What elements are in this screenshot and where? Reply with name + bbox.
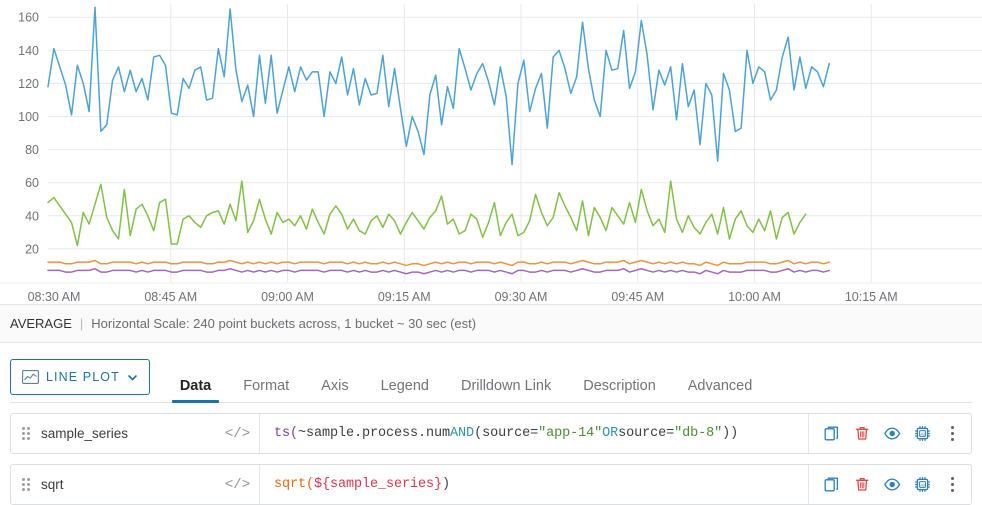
- horizontal-scale-label: Horizontal Scale: 240 point buckets acro…: [91, 316, 477, 332]
- plot-type-label: LINE PLOT: [46, 369, 120, 384]
- svg-text:09:15 AM: 09:15 AM: [378, 290, 431, 304]
- query-name-field[interactable]: sqrt: [41, 465, 216, 504]
- tab-description[interactable]: Description: [567, 378, 672, 404]
- query-name-field[interactable]: sample_series: [41, 414, 216, 453]
- svg-text:08:30 AM: 08:30 AM: [28, 290, 81, 304]
- query-editor-panel: 20 40 60 80 100 120 140 160 08:30 AM 08:45 AM 09:0…: [0, 0, 982, 505]
- clone-query-button[interactable]: [817, 419, 847, 449]
- copy-icon: [824, 425, 841, 442]
- query-token: sqrt(: [274, 477, 315, 492]
- query-token: ts(: [274, 426, 299, 441]
- more-options-button[interactable]: [937, 419, 967, 449]
- trash-icon: [854, 476, 871, 493]
- time-series-chart[interactable]: 20 40 60 80 100 120 140 160 08:30 AM 08:45 AM 09:0…: [0, 0, 982, 305]
- tab-drilldown-link[interactable]: Drilldown Link: [445, 378, 567, 404]
- query-row-actions: AI: [808, 414, 971, 453]
- more-options-button[interactable]: [937, 470, 967, 500]
- svg-text:60: 60: [25, 176, 39, 190]
- svg-text:09:30 AM: 09:30 AM: [495, 290, 548, 304]
- drag-handle-icon[interactable]: [11, 465, 41, 504]
- query-row[interactable]: sqrt </> sqrt(${sample_series}) AI: [10, 464, 972, 505]
- svg-text:10:00 AM: 10:00 AM: [728, 290, 781, 304]
- svg-text:40: 40: [25, 209, 39, 223]
- query-expression-input[interactable]: ts(~sample.process.num AND (source= "app-…: [260, 414, 808, 453]
- drag-handle-icon[interactable]: [11, 414, 41, 453]
- svg-text:08:45 AM: 08:45 AM: [144, 290, 197, 304]
- tab-advanced[interactable]: Advanced: [672, 378, 769, 404]
- query-token: OR: [602, 426, 619, 441]
- status-separator: |: [79, 316, 84, 332]
- tab-format[interactable]: Format: [227, 378, 305, 404]
- svg-text:140: 140: [18, 44, 39, 58]
- copy-icon: [824, 476, 841, 493]
- svg-text:120: 120: [18, 77, 39, 91]
- kebab-menu-icon: [950, 426, 954, 441]
- kebab-menu-icon: [950, 477, 954, 492]
- tab-legend[interactable]: Legend: [365, 378, 445, 404]
- plot-type-dropdown[interactable]: LINE PLOT: [10, 359, 150, 395]
- svg-text:20: 20: [25, 242, 39, 256]
- query-expression-input[interactable]: sqrt(${sample_series}): [260, 465, 808, 504]
- query-token: ${sample_series}: [314, 477, 443, 492]
- tab-data[interactable]: Data: [164, 378, 227, 404]
- ai-chip-icon: AI: [914, 476, 931, 493]
- query-row-list: sample_series </> ts(~sample.process.num A…: [0, 403, 982, 505]
- editor-tab-bar: LINE PLOT Data Format Axis Legend Drilldown …: [0, 343, 982, 403]
- eye-icon: [883, 425, 901, 442]
- toggle-visibility-button[interactable]: [877, 470, 907, 500]
- code-toggle-icon[interactable]: </>: [216, 414, 260, 453]
- query-token: ): [442, 477, 451, 492]
- chart-status-bar: AVERAGE | Horizontal Scale: 240 point bu…: [0, 305, 982, 344]
- delete-query-button[interactable]: [847, 419, 877, 449]
- svg-text:09:00 AM: 09:00 AM: [261, 290, 314, 304]
- svg-text:10:15 AM: 10:15 AM: [845, 290, 898, 304]
- tab-list: Data Format Axis Legend Drilldown Link Descri…: [164, 343, 768, 403]
- chevron-down-icon: [127, 372, 138, 383]
- line-plot-icon: [22, 370, 39, 384]
- svg-text:160: 160: [18, 11, 39, 25]
- ai-assist-button[interactable]: AI: [907, 419, 937, 449]
- query-token: "db-8": [674, 426, 723, 441]
- svg-text:80: 80: [25, 143, 39, 157]
- svg-text:09:45 AM: 09:45 AM: [611, 290, 664, 304]
- toggle-visibility-button[interactable]: [877, 419, 907, 449]
- query-row[interactable]: sample_series </> ts(~sample.process.num A…: [10, 413, 972, 454]
- svg-text:AI: AI: [920, 431, 924, 436]
- code-toggle-icon[interactable]: </>: [216, 465, 260, 504]
- query-token: "app-14": [538, 426, 603, 441]
- tab-axis[interactable]: Axis: [305, 378, 364, 404]
- query-token: )): [722, 426, 739, 441]
- trash-icon: [854, 425, 871, 442]
- query-token: ~sample.process.num: [298, 426, 451, 441]
- clone-query-button[interactable]: [817, 470, 847, 500]
- query-token: source=: [618, 426, 675, 441]
- svg-text:AI: AI: [920, 482, 924, 487]
- ai-assist-button[interactable]: AI: [907, 470, 937, 500]
- aggregation-label: AVERAGE: [10, 316, 72, 332]
- chart-canvas[interactable]: 20 40 60 80 100 120 140 160 08:30 AM 08:45 AM 09:0…: [0, 0, 982, 304]
- delete-query-button[interactable]: [847, 470, 877, 500]
- query-token: (source=: [474, 426, 539, 441]
- ai-chip-icon: AI: [914, 425, 931, 442]
- eye-icon: [883, 476, 901, 493]
- svg-text:100: 100: [18, 110, 39, 124]
- query-token: AND: [450, 426, 475, 441]
- query-row-actions: AI: [808, 465, 971, 504]
